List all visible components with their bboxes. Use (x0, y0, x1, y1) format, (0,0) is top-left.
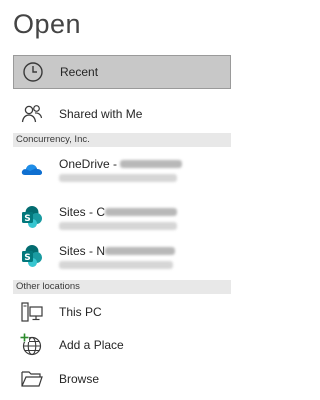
location-sites-n-label: Sites - N (59, 243, 106, 258)
location-this-pc[interactable]: This PC (13, 297, 231, 327)
location-onedrive-label: OneDrive - (59, 156, 121, 171)
section-header-organization: Concurrency, Inc. (13, 133, 231, 147)
location-onedrive[interactable]: OneDrive - (13, 150, 231, 188)
sharepoint-icon: S (19, 243, 45, 269)
add-a-place-label: Add a Place (59, 338, 124, 352)
redacted-text (105, 208, 178, 217)
globe-add-icon (19, 332, 45, 358)
folder-icon (19, 366, 45, 392)
redacted-text (59, 221, 177, 230)
browse-button[interactable]: Browse (13, 364, 231, 394)
redacted-text (105, 247, 176, 256)
location-sites-c-label: Sites - C (59, 204, 106, 219)
redacted-text (59, 260, 173, 269)
people-icon (19, 101, 45, 127)
svg-text:S: S (24, 214, 30, 224)
clock-icon (20, 59, 46, 85)
nav-item-shared-with-me[interactable]: Shared with Me (13, 98, 231, 130)
nav-item-recent-label: Recent (60, 65, 99, 79)
redacted-text (120, 160, 183, 169)
location-sites-n[interactable]: S Sites - N (13, 237, 231, 275)
onedrive-cloud-icon (19, 156, 45, 182)
nav-item-shared-label: Shared with Me (59, 107, 143, 121)
sharepoint-icon: S (19, 204, 45, 230)
computer-icon (19, 299, 45, 325)
svg-text:S: S (24, 253, 30, 263)
add-a-place-button[interactable]: Add a Place (13, 330, 231, 360)
location-this-pc-label: This PC (59, 305, 102, 319)
browse-label: Browse (59, 372, 100, 386)
location-sites-c[interactable]: S Sites - C (13, 198, 231, 236)
section-header-other-locations: Other locations (13, 280, 231, 294)
nav-item-recent[interactable]: Recent (13, 55, 231, 89)
redacted-text (59, 173, 177, 182)
page-title: Open (13, 9, 82, 39)
